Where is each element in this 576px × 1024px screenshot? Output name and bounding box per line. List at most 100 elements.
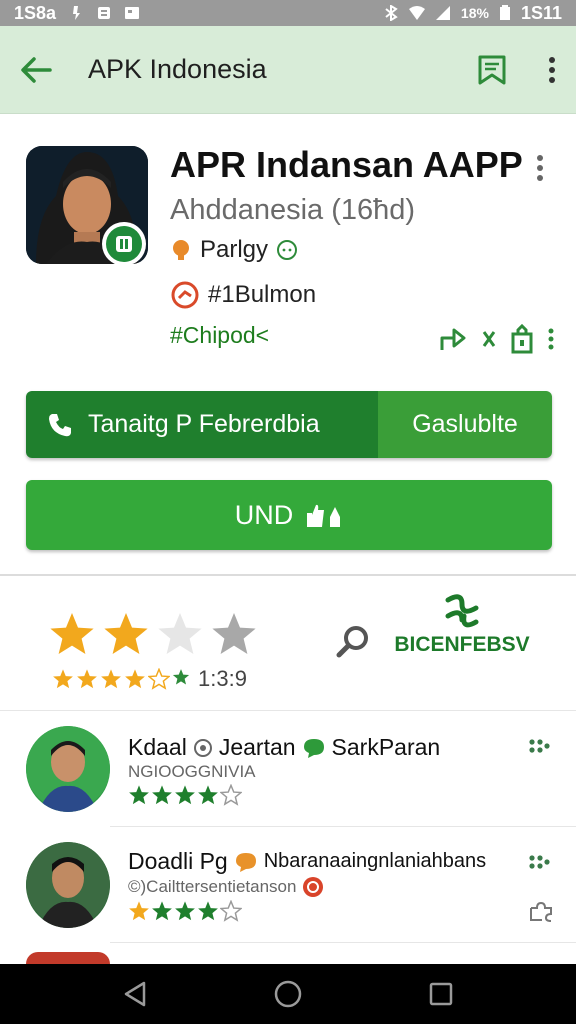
clock: 1S11 <box>520 2 562 23</box>
header-more-icon[interactable] <box>536 154 544 182</box>
rating-summary: 1:3:9 BICENFEBSV <box>0 580 576 708</box>
downloads-icon <box>171 281 199 309</box>
puzzle-icon[interactable] <box>528 900 554 922</box>
battery-percent: 18% <box>460 5 489 21</box>
review-item[interactable]: Kdaal Jeartan SarkParan NGIOOGGNIVIA <box>0 712 576 828</box>
app-bar-title: APK Indonesia <box>88 54 267 84</box>
review-star <box>152 785 172 805</box>
system-nav-bar <box>0 964 576 1024</box>
storage-icon <box>98 7 111 19</box>
review-stars <box>128 900 242 922</box>
review-subtitle: ©)Cailttersentietanson <box>128 876 324 898</box>
status-bar: 1S8a 18% 1S11 <box>0 0 576 26</box>
bluetooth-icon <box>385 5 398 21</box>
recents-nav-icon[interactable] <box>428 981 454 1007</box>
search-reviews-icon[interactable] <box>336 624 370 658</box>
review-star <box>129 785 149 805</box>
rating-small-stars: 1:3:9 <box>52 666 247 692</box>
app-name: APR Indansan AAPP <box>170 144 523 185</box>
image-icon <box>125 7 140 19</box>
rating-value: 1:3:9 <box>198 666 247 691</box>
review-more-icon[interactable] <box>528 738 550 754</box>
small-rating-star-green <box>172 669 190 685</box>
section-divider <box>0 574 576 576</box>
reviewer-name-row: Kdaal Jeartan SarkParan <box>128 734 440 761</box>
share-icon[interactable] <box>438 324 468 354</box>
category-label: Parlgy <box>200 236 269 263</box>
bookmark-review-icon[interactable] <box>476 54 508 86</box>
brand-text: BICENFEBSV <box>394 633 530 656</box>
review-star <box>220 784 242 806</box>
reviewer-avatar <box>26 726 110 812</box>
small-rating-star <box>101 669 121 689</box>
next-review-avatar <box>26 952 110 964</box>
phone-icon <box>49 413 71 436</box>
app-developer: Ahddanesia (16ħd) <box>170 194 416 226</box>
review-divider <box>0 710 576 711</box>
install-button[interactable]: Tanaitg P Febrerdbia <box>26 391 378 458</box>
install-button-label: Tanaitg P Febrerdbia <box>88 410 320 438</box>
home-nav-icon[interactable] <box>273 979 303 1009</box>
review-stars <box>128 784 242 806</box>
small-rating-star <box>77 669 97 689</box>
wifi-icon <box>408 6 425 20</box>
review-divider <box>110 826 576 827</box>
review-divider <box>110 942 576 943</box>
thumbs-icon <box>307 504 341 527</box>
reviewer-name: Doadli Pg <box>128 848 228 874</box>
distribute-button-label: Gaslublte <box>412 410 518 438</box>
review-subtitle-text: NGIOOGGNIVIA <box>128 762 256 781</box>
brand-mark: BICENFEBSV <box>392 594 532 657</box>
category-icon <box>173 240 189 260</box>
distribute-button[interactable]: Gaslublte <box>378 391 552 458</box>
rating-star <box>212 613 256 654</box>
review-subtitle-text: ©)Cailttersentietanson <box>128 877 297 896</box>
downloads-label: #1Bulmon <box>208 281 317 308</box>
und-button-label: UND <box>234 499 294 530</box>
small-rating-star <box>125 669 145 689</box>
review-more-icon[interactable] <box>528 854 550 870</box>
category-row: Parlgy <box>170 236 298 264</box>
review-star <box>152 901 172 921</box>
back-arrow-icon[interactable] <box>20 56 52 84</box>
und-button[interactable]: UND <box>26 480 552 550</box>
status-left-text: 1S8a <box>14 2 57 23</box>
rating-big-stars <box>48 610 258 658</box>
tag-label[interactable]: #Chipod< <box>170 322 269 349</box>
chat-bubble-icon <box>303 738 324 758</box>
signal-icon <box>435 6 450 20</box>
install-button-group: Tanaitg P Febrerdbia Gaslublte <box>26 391 552 458</box>
reviewer-avatar <box>26 842 110 928</box>
reviewer-handle: Jeartan <box>218 734 296 760</box>
reviewer-name: Kdaal <box>128 734 187 760</box>
review-star <box>198 785 218 805</box>
header-actions <box>438 324 554 354</box>
more-vert-icon[interactable] <box>548 56 556 84</box>
lock-icon[interactable] <box>510 324 534 354</box>
notification-icon <box>73 6 81 20</box>
battery-icon <box>499 5 510 20</box>
review-star <box>220 900 242 922</box>
review-star <box>129 901 149 921</box>
small-rating-star <box>148 668 170 690</box>
reviewer-handle: Nbaranaaingnlaniahbans <box>263 850 487 872</box>
header-overflow-icon[interactable] <box>548 328 554 350</box>
app-badge-icon <box>102 222 146 264</box>
chat-icon <box>277 240 298 260</box>
brand-logo-icon <box>445 594 479 628</box>
review-star <box>198 901 218 921</box>
app-bar: APK Indonesia <box>0 26 576 114</box>
back-nav-icon[interactable] <box>122 980 148 1008</box>
chat-bubble-icon <box>235 852 256 872</box>
rating-star <box>158 613 202 654</box>
rating-star <box>104 613 148 654</box>
reviewer-extra: SarkParan <box>331 734 441 760</box>
review-star <box>175 901 195 921</box>
downloads-row: #1Bulmon <box>170 280 316 310</box>
star-small-icon[interactable] <box>482 330 496 348</box>
review-item[interactable]: Doadli Pg Nbaranaaingnlaniahbans ©)Cailt… <box>0 828 576 944</box>
at-icon <box>193 738 212 757</box>
app-header: APR Indansan AAPP Ahddanesia (16ħd) Parl… <box>0 114 576 376</box>
rating-star <box>50 613 94 654</box>
review-subtitle: NGIOOGGNIVIA <box>128 762 256 782</box>
